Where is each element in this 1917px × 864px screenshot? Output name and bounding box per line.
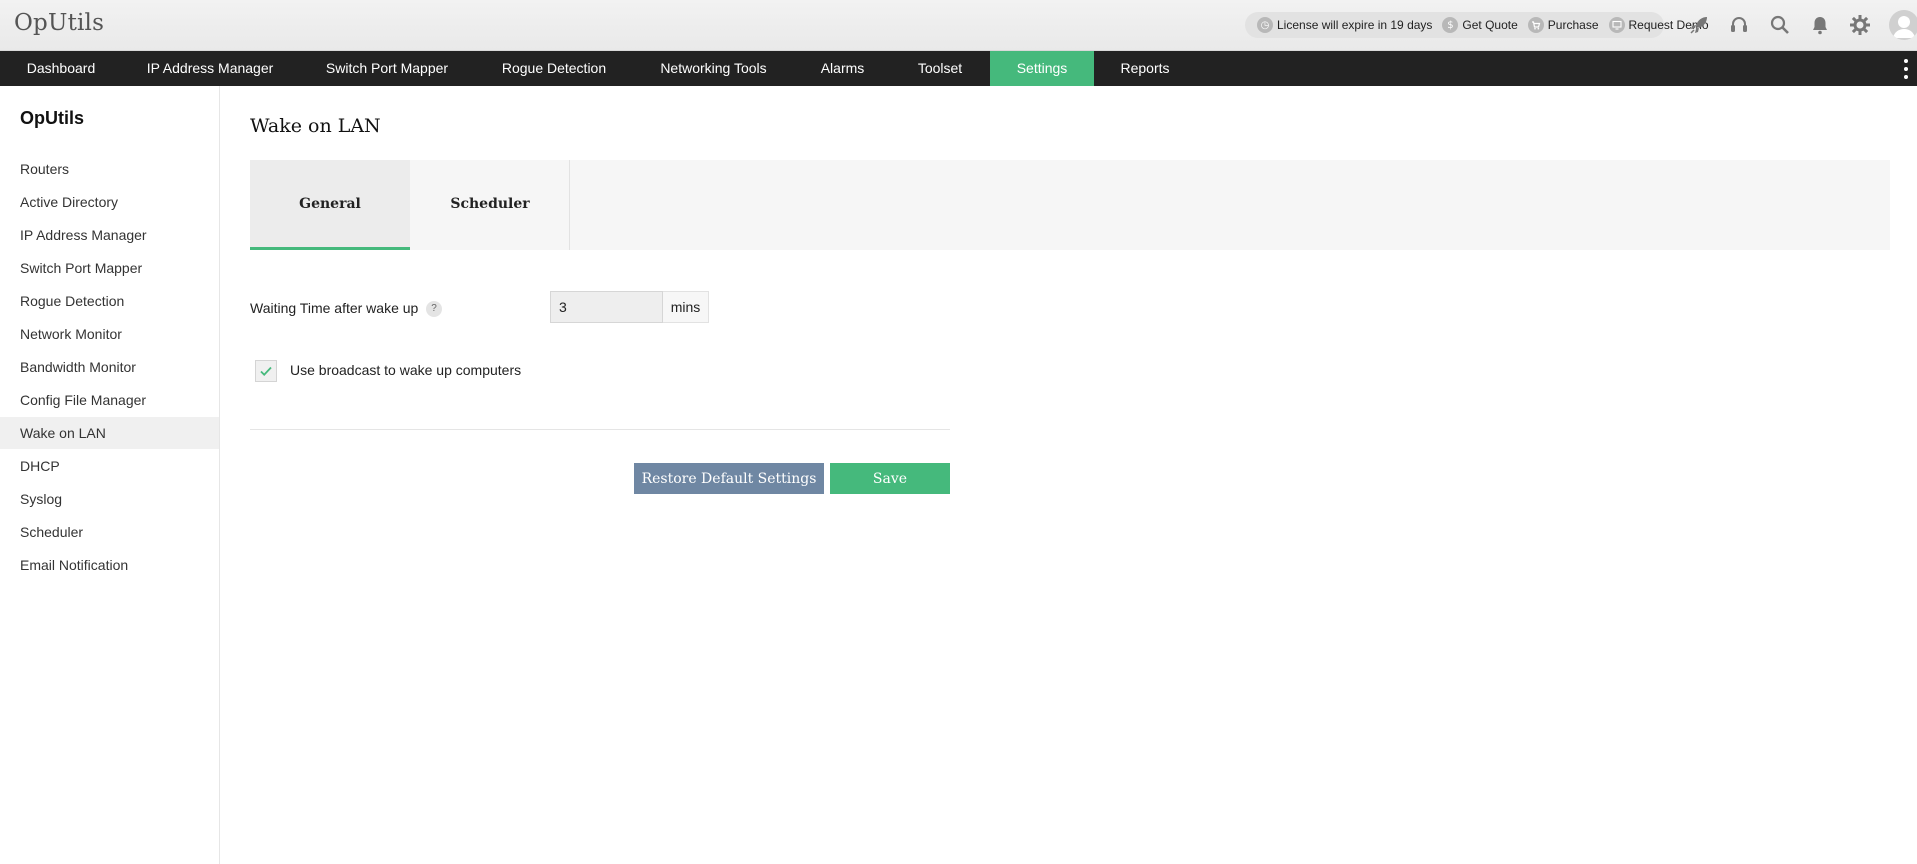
- nav-tab-dashboard[interactable]: Dashboard: [0, 51, 122, 86]
- settings-tab-strip: General Scheduler: [250, 160, 1890, 250]
- waiting-time-unit: mins: [663, 291, 709, 323]
- license-status[interactable]: ◷ License will expire in 19 days: [1257, 17, 1432, 33]
- user-avatar-icon[interactable]: [1889, 10, 1917, 40]
- nav-tab-ip-address-manager[interactable]: IP Address Manager: [122, 51, 298, 86]
- settings-sidebar: OpUtils Routers Active Directory IP Addr…: [0, 86, 220, 864]
- main-nav: Dashboard IP Address Manager Switch Port…: [0, 51, 1917, 86]
- broadcast-label[interactable]: Use broadcast to wake up computers: [290, 362, 521, 378]
- dollar-icon: $: [1442, 17, 1459, 33]
- waiting-time-label: Waiting Time after wake up: [250, 300, 419, 316]
- top-header: OpUtils ◷ License will expire in 19 days…: [0, 0, 1917, 51]
- sidebar-title: OpUtils: [20, 108, 85, 128]
- get-quote-label: Get Quote: [1462, 18, 1518, 32]
- sidebar-item-email-notification[interactable]: Email Notification: [0, 549, 219, 581]
- nav-tab-toolset[interactable]: Toolset: [890, 51, 990, 86]
- sidebar-item-switch-port-mapper[interactable]: Switch Port Mapper: [0, 252, 219, 284]
- help-icon[interactable]: ?: [426, 301, 442, 317]
- gear-icon[interactable]: [1847, 12, 1873, 38]
- nav-tab-rogue-detection[interactable]: Rogue Detection: [476, 51, 632, 86]
- sidebar-item-network-monitor[interactable]: Network Monitor: [0, 318, 219, 350]
- headset-icon[interactable]: [1726, 12, 1752, 38]
- purchase-label: Purchase: [1547, 18, 1599, 32]
- search-icon[interactable]: [1767, 12, 1793, 38]
- form-divider: [250, 429, 950, 430]
- tab-scheduler[interactable]: Scheduler: [410, 160, 570, 248]
- bell-icon[interactable]: [1807, 12, 1833, 38]
- sidebar-item-bandwidth-monitor[interactable]: Bandwidth Monitor: [0, 351, 219, 383]
- waiting-time-input[interactable]: [550, 291, 663, 323]
- app-logo[interactable]: OpUtils: [14, 10, 104, 36]
- purchase-link[interactable]: Purchase: [1527, 17, 1599, 33]
- sidebar-item-ip-address-manager[interactable]: IP Address Manager: [0, 219, 219, 251]
- more-options-icon[interactable]: [1903, 59, 1909, 79]
- sidebar-item-wake-on-lan[interactable]: Wake on LAN: [0, 417, 219, 449]
- sidebar-item-dhcp[interactable]: DHCP: [0, 450, 219, 482]
- checkmark-icon: [260, 366, 272, 376]
- restore-defaults-button[interactable]: Restore Default Settings: [634, 463, 824, 494]
- save-button[interactable]: Save: [830, 463, 950, 494]
- sidebar-item-routers[interactable]: Routers: [0, 153, 219, 185]
- sidebar-item-config-file-manager[interactable]: Config File Manager: [0, 384, 219, 416]
- broadcast-checkbox[interactable]: [255, 360, 277, 382]
- license-bar: ◷ License will expire in 19 days $ Get Q…: [1245, 12, 1709, 38]
- nav-tab-networking-tools[interactable]: Networking Tools: [632, 51, 795, 86]
- license-text: License will expire in 19 days: [1277, 18, 1433, 32]
- monitor-icon: [1608, 17, 1625, 33]
- clock-icon: ◷: [1257, 17, 1273, 33]
- tab-divider: [569, 160, 570, 250]
- nav-tab-reports[interactable]: Reports: [1094, 51, 1196, 86]
- tab-general[interactable]: General: [250, 160, 410, 250]
- nav-tab-alarms[interactable]: Alarms: [795, 51, 890, 86]
- page-title: Wake on LAN: [250, 115, 381, 137]
- sidebar-item-syslog[interactable]: Syslog: [0, 483, 219, 515]
- nav-tab-settings[interactable]: Settings: [990, 51, 1094, 86]
- cart-icon: [1527, 17, 1544, 33]
- sidebar-item-active-directory[interactable]: Active Directory: [0, 186, 219, 218]
- rocket-icon[interactable]: [1686, 12, 1712, 38]
- sidebar-item-rogue-detection[interactable]: Rogue Detection: [0, 285, 219, 317]
- nav-tab-switch-port-mapper[interactable]: Switch Port Mapper: [298, 51, 476, 86]
- sidebar-item-scheduler[interactable]: Scheduler: [0, 516, 219, 548]
- get-quote-link[interactable]: $ Get Quote: [1442, 17, 1518, 33]
